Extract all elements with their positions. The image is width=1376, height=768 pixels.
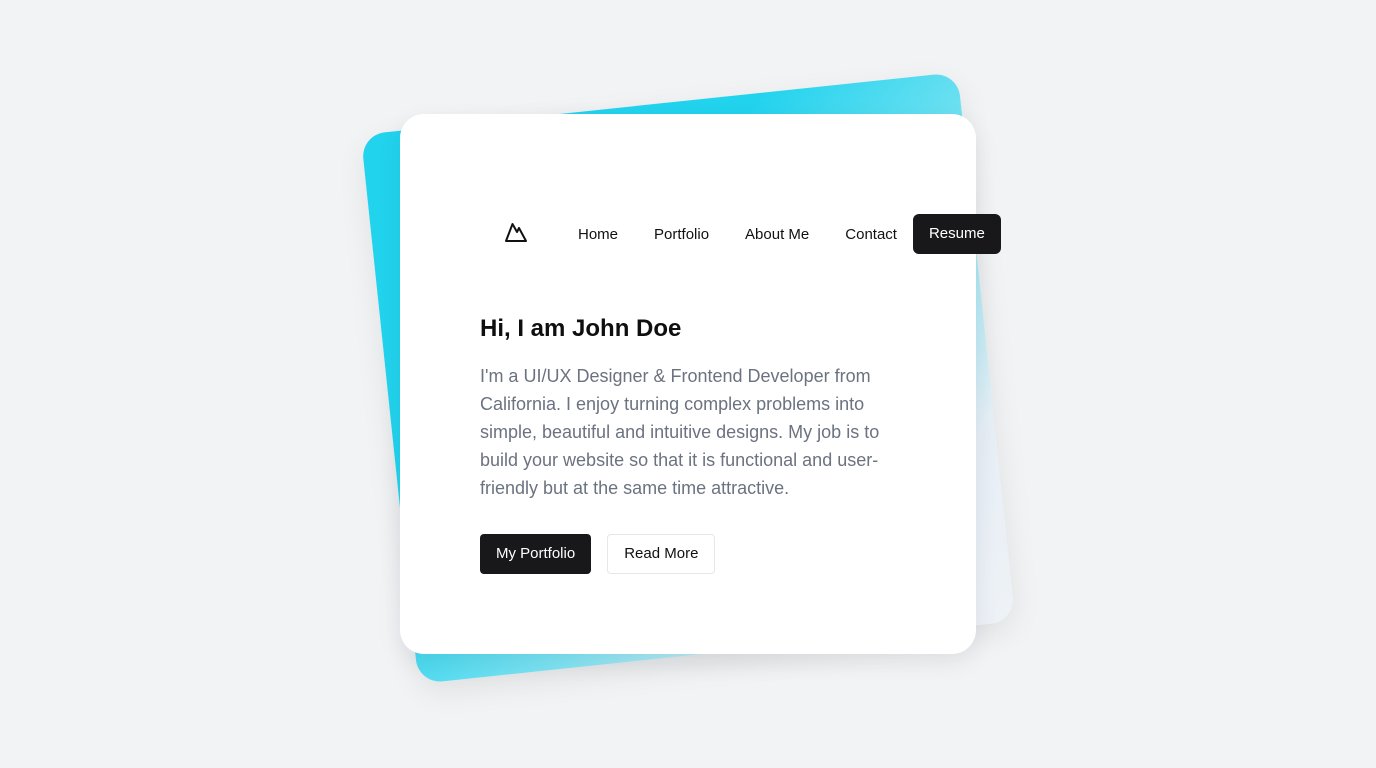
hero-section: Hi, I am John Doe I'm a UI/UX Designer &… xyxy=(480,312,900,502)
nav-link-contact[interactable]: Contact xyxy=(827,216,915,253)
nav-link-home[interactable]: Home xyxy=(560,216,636,253)
nav-link-portfolio[interactable]: Portfolio xyxy=(636,216,727,253)
mountain-icon xyxy=(503,220,529,249)
read-more-button[interactable]: Read More xyxy=(607,534,716,574)
logo[interactable] xyxy=(502,214,530,254)
main-nav: Home Portfolio About Me Contact Resume xyxy=(502,214,1001,254)
hero-title: Hi, I am John Doe xyxy=(480,315,682,342)
hero-actions: My Portfolio Read More xyxy=(480,534,716,574)
my-portfolio-button[interactable]: My Portfolio xyxy=(480,534,592,574)
resume-button[interactable]: Resume xyxy=(912,214,1001,254)
nav-link-about-me[interactable]: About Me xyxy=(727,216,827,253)
hero-description: I'm a UI/UX Designer & Frontend Develope… xyxy=(480,366,880,498)
page: Home Portfolio About Me Contact Resume H… xyxy=(0,0,1376,768)
